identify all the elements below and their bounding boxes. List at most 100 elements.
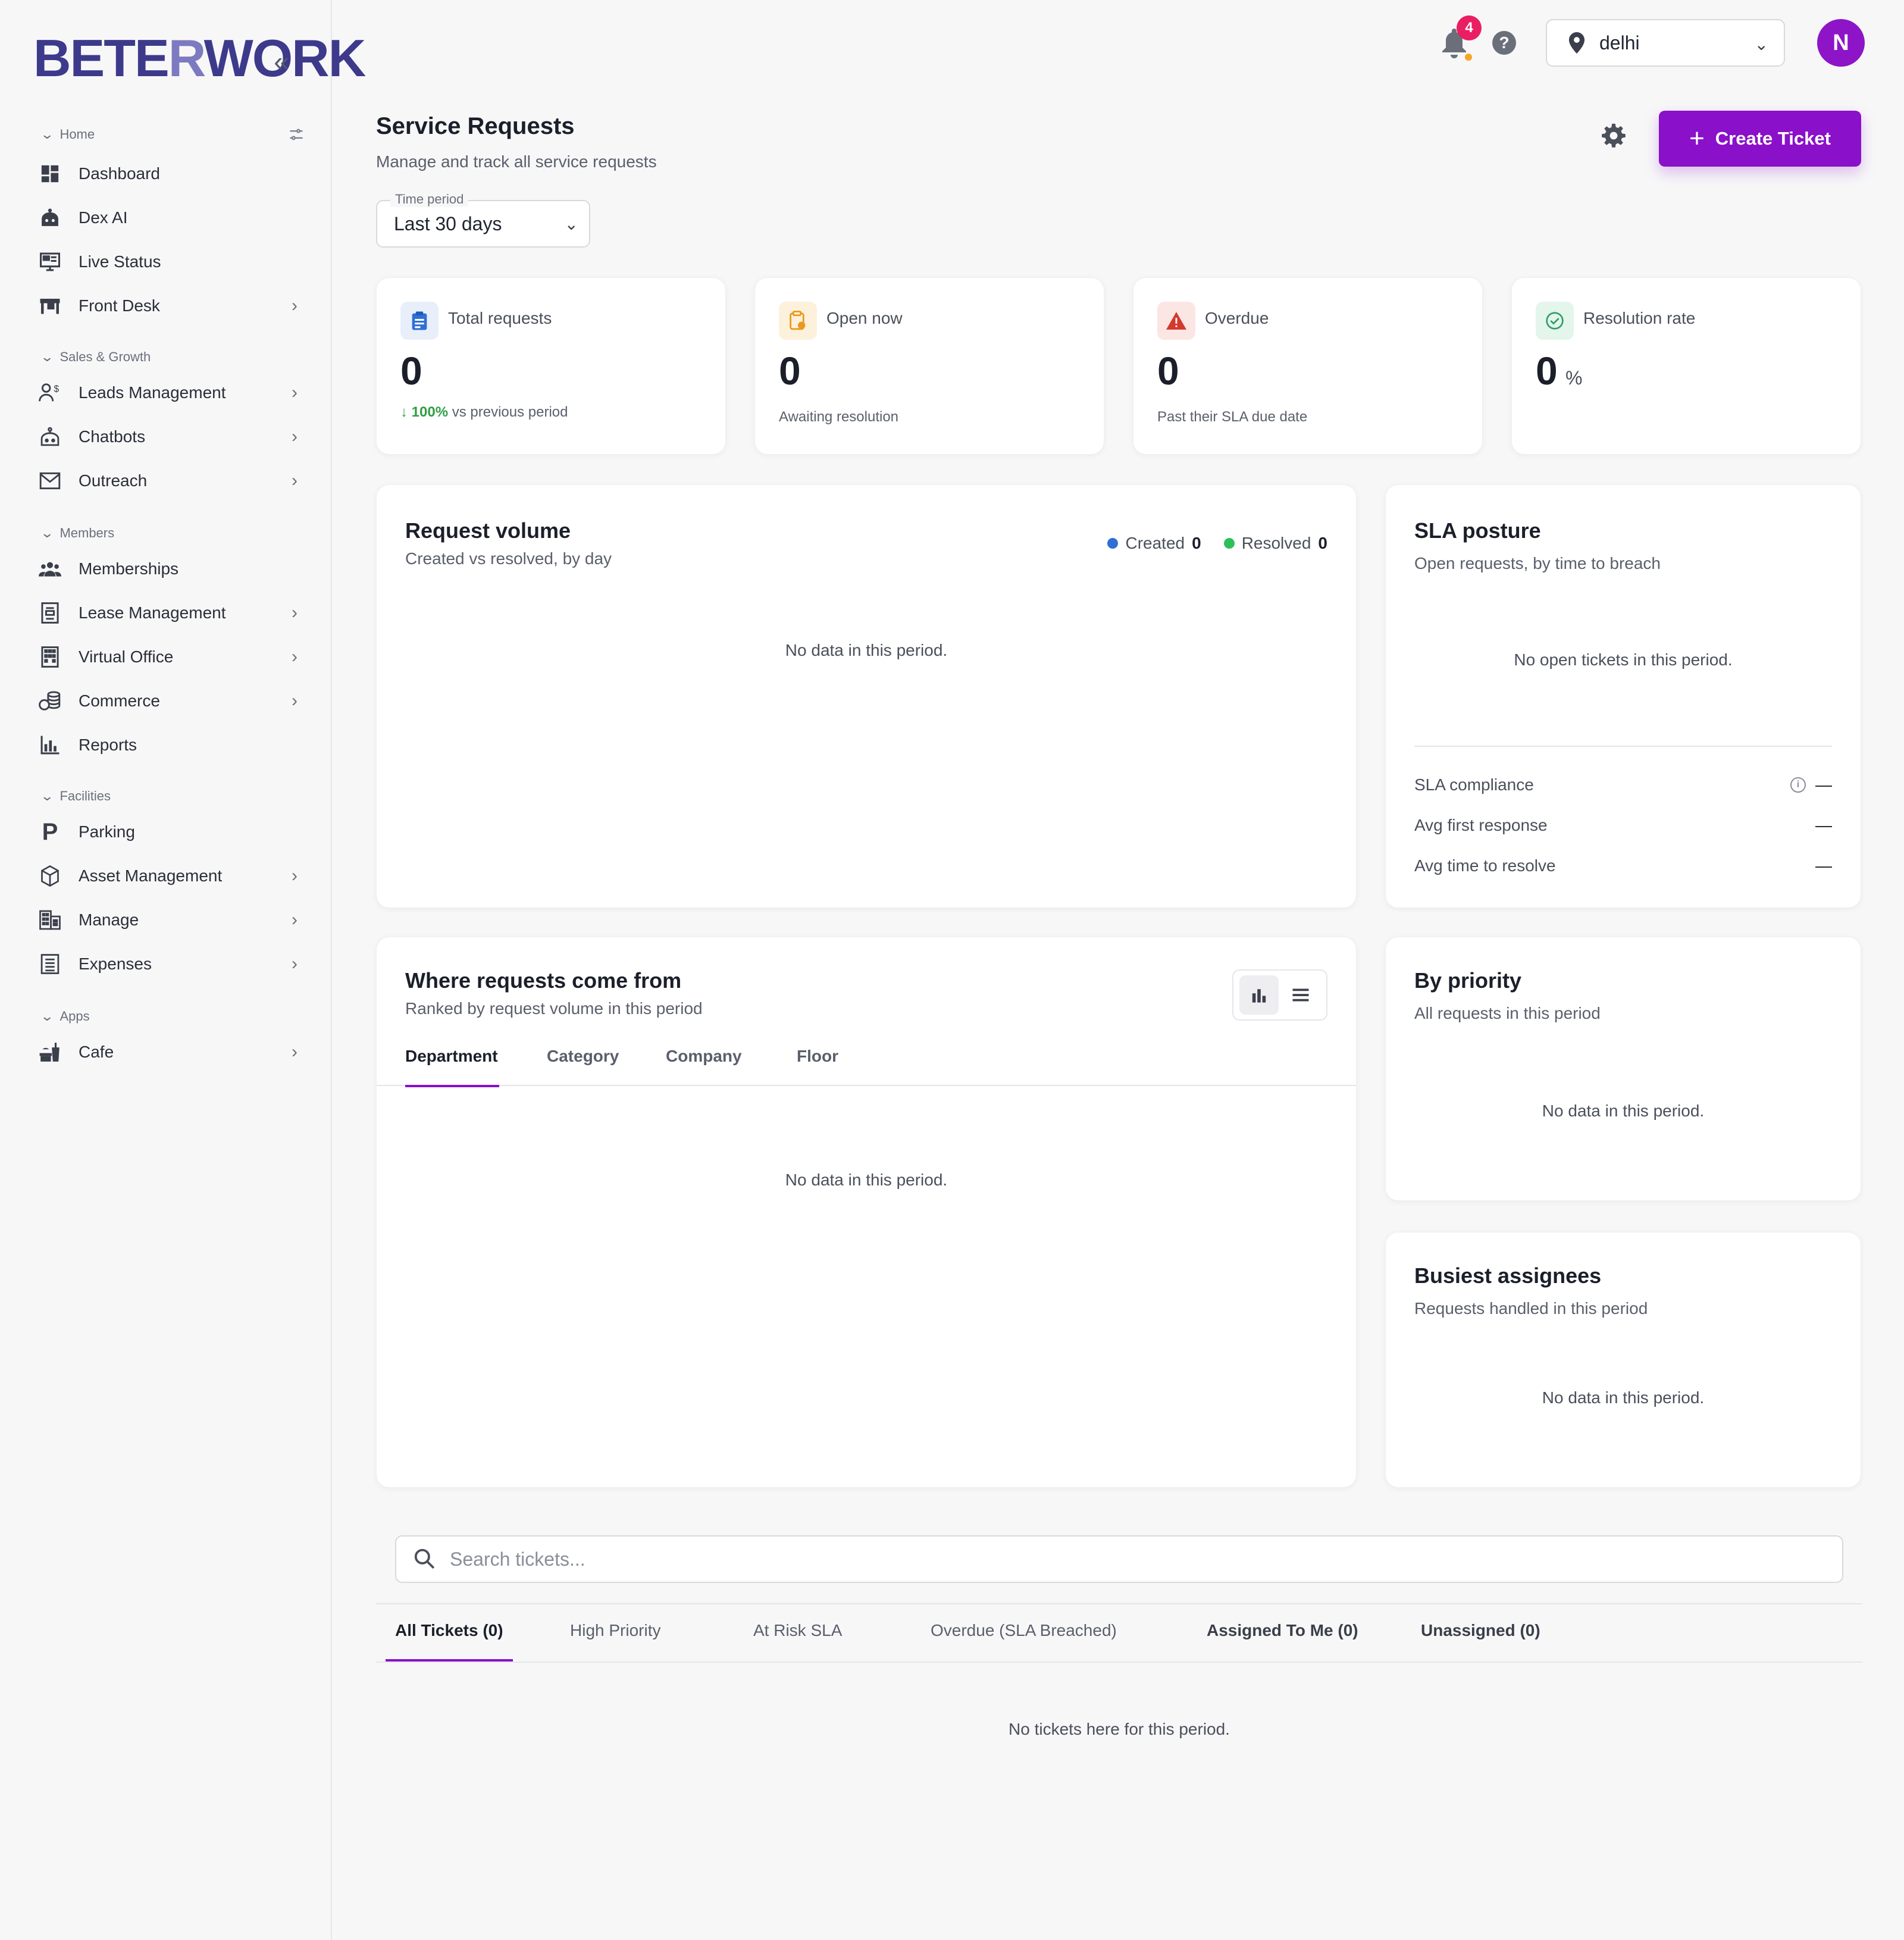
ticket-tabs: All Tickets (0) High Priority At Risk SL… [376, 1603, 1862, 1663]
sidebar-item-label: Cafe [79, 1043, 114, 1061]
tab-high-priority[interactable]: High Priority [570, 1621, 660, 1640]
chevron-right-icon: › [292, 866, 298, 885]
sidebar-item-cafe[interactable]: Cafe › [36, 1034, 303, 1070]
section-label-facilities[interactable]: ⌄ Facilities [40, 787, 111, 806]
stat-value: 0 [1536, 349, 1558, 393]
logo-text-part1: BETE [33, 29, 170, 87]
logo-text-part2: R [168, 29, 205, 87]
tab-assigned-to-me[interactable]: Assigned To Me (0) [1207, 1621, 1358, 1640]
sidebar: BETERWORK « ⌄ Home Dashboard Dex AI Live … [0, 0, 366, 1940]
chevron-down-icon: ⌄ [1754, 35, 1768, 54]
sidebar-item-leads-management[interactable]: $ Leads Management › [36, 375, 303, 411]
sidebar-item-label: Reports [79, 736, 137, 754]
sidebar-item-chatbots[interactable]: Chatbots › [36, 419, 303, 455]
section-label-sales-growth[interactable]: ⌄ Sales & Growth [40, 348, 151, 367]
sla-row-value: — [1815, 775, 1832, 794]
section-label-apps[interactable]: ⌄ Apps [40, 1007, 90, 1026]
legend-value-created: 0 [1192, 534, 1201, 552]
chevron-right-icon: › [292, 910, 298, 930]
section-label-home[interactable]: ⌄ Home [40, 125, 95, 144]
stat-label: Overdue [1205, 309, 1269, 327]
collapse-sidebar-icon[interactable]: « [267, 46, 296, 76]
sidebar-item-dashboard[interactable]: Dashboard [36, 156, 303, 192]
request-volume-card: Request volume Created vs resolved, by d… [376, 484, 1357, 908]
tab-at-risk-sla[interactable]: At Risk SLA [753, 1621, 842, 1640]
tab-category[interactable]: Category [547, 1044, 619, 1086]
sla-row-label: SLA compliance [1414, 775, 1534, 794]
time-period-select[interactable]: Time period Last 30 days ⌄ [376, 192, 590, 248]
sidebar-item-live-status[interactable]: Live Status [36, 244, 303, 280]
divider [1414, 746, 1832, 747]
sidebar-item-label: Leads Management [79, 383, 226, 402]
sidebar-item-commerce[interactable]: Commerce › [36, 683, 303, 719]
tab-floor[interactable]: Floor [797, 1044, 838, 1086]
sidebar-item-label: Manage [79, 910, 139, 929]
chevron-right-icon: › [292, 1042, 298, 1062]
sla-row-value: — [1815, 816, 1832, 834]
chevron-right-icon: › [292, 427, 298, 446]
user-avatar[interactable]: N [1817, 19, 1865, 67]
legend-label-resolved: Resolved [1241, 534, 1311, 552]
stat-label: Open now [826, 309, 903, 327]
office-icon [36, 906, 64, 934]
create-ticket-label: Create Ticket [1715, 128, 1831, 149]
create-ticket-button[interactable]: + Create Ticket [1659, 111, 1861, 167]
sla-row-label: Avg time to resolve [1414, 856, 1556, 875]
mail-icon [36, 467, 64, 495]
chatbot-icon [36, 423, 64, 451]
empty-state: No data in this period. [785, 641, 948, 659]
sidebar-item-label: Lease Management [79, 603, 226, 622]
sources-tabs: Department Category Company Floor [377, 1044, 1356, 1087]
tab-unassigned[interactable]: Unassigned (0) [1421, 1621, 1540, 1640]
bar-chart-view-icon[interactable] [1239, 975, 1279, 1015]
location-select[interactable]: delhi ⌄ [1546, 19, 1785, 67]
sidebar-item-dex-ai[interactable]: Dex AI [36, 200, 303, 236]
info-icon[interactable]: i [1790, 777, 1806, 793]
tab-all-tickets[interactable]: All Tickets (0) [395, 1621, 503, 1640]
stat-trend: ↓ 100% vs previous period [400, 404, 568, 421]
sidebar-item-virtual-office[interactable]: Virtual Office › [36, 639, 303, 675]
section-label-text: Facilities [60, 788, 111, 803]
stat-trend-text: vs previous period [452, 404, 568, 420]
sidebar-item-manage[interactable]: Manage › [36, 902, 303, 938]
filter-sliders-icon[interactable] [288, 126, 306, 144]
stat-foot: Awaiting resolution [779, 409, 899, 425]
tab-company[interactable]: Company [666, 1044, 742, 1086]
stat-card-total-requests: Total requests 0 ↓ 100% vs previous peri… [376, 277, 726, 455]
by-priority-card: By priority All requests in this period … [1385, 937, 1861, 1201]
sidebar-item-label: Chatbots [79, 427, 146, 446]
sidebar-item-expenses[interactable]: Expenses › [36, 946, 303, 982]
sidebar-item-lease-management[interactable]: Lease Management › [36, 595, 303, 631]
sidebar-item-front-desk[interactable]: Front Desk › [36, 288, 303, 324]
settings-gear-icon[interactable] [1601, 123, 1629, 151]
card-subtitle: Open requests, by time to breach [1414, 554, 1661, 572]
monitor-icon [36, 248, 64, 276]
tab-overdue[interactable]: Overdue (SLA Breached) [931, 1621, 1117, 1640]
section-label-text: Apps [60, 1009, 90, 1024]
search-tickets-input[interactable]: Search tickets... [395, 1535, 1843, 1583]
building-icon [36, 643, 64, 671]
chevron-down-icon: ⌄ [564, 215, 578, 233]
notification-status-dot [1465, 54, 1472, 61]
arrow-down-icon: ↓ [400, 404, 408, 420]
sidebar-item-outreach[interactable]: Outreach › [36, 463, 303, 499]
sla-posture-card: SLA posture Open requests, by time to br… [1385, 484, 1861, 908]
tab-department[interactable]: Department [405, 1044, 499, 1087]
card-subtitle: Requests handled in this period [1414, 1299, 1648, 1318]
group-icon [36, 555, 64, 583]
empty-state: No data in this period. [1542, 1388, 1705, 1407]
betterwork-logo[interactable]: BETERWORK [33, 29, 366, 88]
help-icon[interactable]: ? [1492, 31, 1516, 55]
section-label-text: Sales & Growth [60, 349, 151, 364]
sidebar-item-label: Asset Management [79, 866, 223, 885]
list-view-icon[interactable] [1281, 975, 1320, 1015]
sidebar-item-memberships[interactable]: Memberships [36, 551, 303, 587]
sidebar-item-parking[interactable]: P Parking [36, 814, 303, 850]
sidebar-item-label: Outreach [79, 471, 148, 490]
chevron-right-icon: › [292, 691, 298, 711]
sidebar-item-reports[interactable]: Reports [36, 727, 303, 763]
sidebar-item-asset-management[interactable]: Asset Management › [36, 858, 303, 894]
sidebar-item-label: Virtual Office [79, 647, 174, 666]
parking-icon: P [42, 818, 58, 845]
section-label-members[interactable]: ⌄ Members [40, 524, 114, 543]
